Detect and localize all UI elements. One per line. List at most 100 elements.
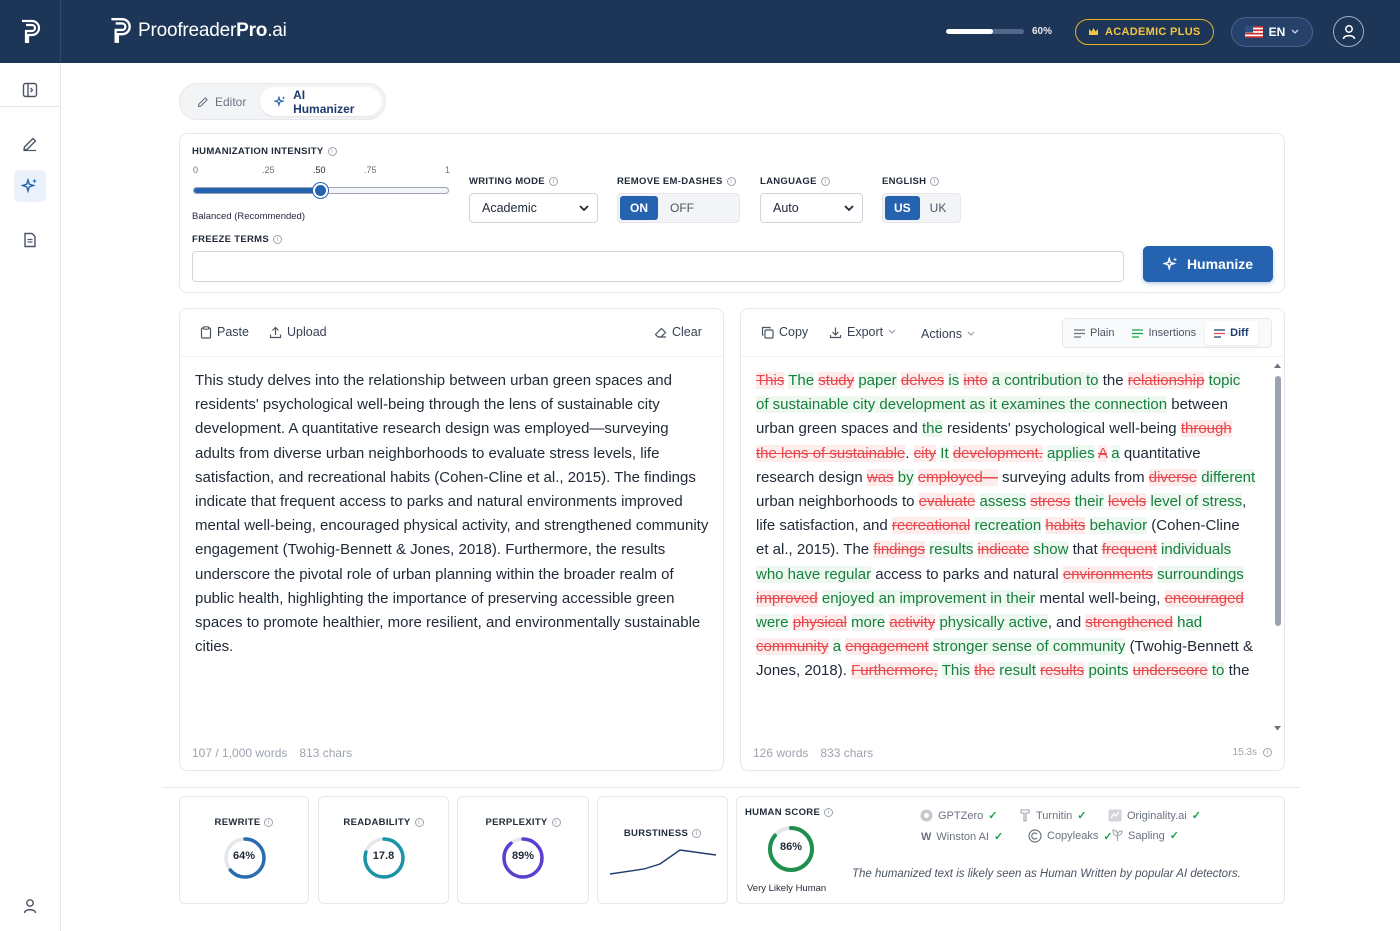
plan-badge[interactable]: ACADEMIC PLUS xyxy=(1075,19,1214,45)
collapse-sidebar-button[interactable] xyxy=(14,74,46,106)
actions-label: Actions xyxy=(921,327,962,341)
diff-deletion: indicate xyxy=(977,541,1030,559)
em-dashes-label: REMOVE EM-DASHES i xyxy=(617,176,736,187)
tick-label: 0 xyxy=(193,165,199,175)
export-label: Export xyxy=(847,325,884,339)
language-select[interactable]: Auto xyxy=(760,193,863,223)
tab-editor[interactable]: Editor xyxy=(183,87,260,116)
diff-unchanged: . xyxy=(905,444,910,462)
crown-icon xyxy=(1089,28,1098,35)
intensity-caption: Balanced (Recommended) xyxy=(192,211,306,222)
writing-mode-label: WRITING MODE i xyxy=(469,176,558,187)
metric-rewrite: REWRITE i 64% xyxy=(179,796,309,904)
em-dashes-off[interactable]: OFF xyxy=(660,196,704,220)
burstiness-sparkline xyxy=(610,849,717,875)
chevron-down-icon xyxy=(844,204,854,211)
chevron-down-icon xyxy=(579,204,589,211)
originality-logo-icon xyxy=(1108,809,1122,822)
output-scrollbar[interactable] xyxy=(1272,361,1282,735)
paste-button[interactable]: Paste xyxy=(200,325,249,339)
output-toolbar: Copy Export Actions Plain Insertions Dif… xyxy=(741,309,1284,357)
diff-insertion: assess xyxy=(979,493,1027,511)
gptzero-logo-icon xyxy=(920,809,933,822)
english-uk[interactable]: UK xyxy=(922,196,955,220)
info-icon[interactable]: i xyxy=(930,177,940,186)
us-flag-icon xyxy=(1244,26,1263,38)
lines-icon xyxy=(1132,328,1144,338)
eraser-icon xyxy=(654,327,667,338)
diff-insertion: points xyxy=(1088,662,1129,680)
diff-insertion: a xyxy=(832,638,842,656)
usage-progress-label: 60% xyxy=(1032,26,1053,37)
output-diff-text[interactable]: This The study paper delves is into a co… xyxy=(756,369,1256,735)
view-plain[interactable]: Plain xyxy=(1065,321,1123,345)
em-dashes-on[interactable]: ON xyxy=(620,196,658,220)
info-icon[interactable]: i xyxy=(551,818,561,827)
writing-mode-select[interactable]: Academic xyxy=(469,193,598,223)
actions-menu[interactable]: Actions xyxy=(921,327,975,341)
tick-label: .75 xyxy=(364,165,377,175)
export-button[interactable]: Export xyxy=(829,325,896,339)
info-icon[interactable]: i xyxy=(820,177,830,186)
account-button[interactable] xyxy=(1333,16,1364,47)
diff-insertion: stronger sense of community xyxy=(932,638,1126,656)
view-insertions[interactable]: Insertions xyxy=(1123,321,1205,345)
brand-logo-icon xyxy=(111,17,131,43)
sidebar-profile-button[interactable] xyxy=(14,890,46,922)
diff-deletion: diverse xyxy=(1148,468,1198,486)
view-diff[interactable]: Diff xyxy=(1205,321,1258,345)
metric-burstiness: BURSTINESS i xyxy=(597,796,728,904)
language-switcher[interactable]: EN xyxy=(1231,17,1313,47)
humanizer-settings: HUMANIZATION INTENSITY i 0 .25 .50 .75 1 … xyxy=(179,133,1285,293)
check-icon: ✓ xyxy=(993,831,1004,843)
humanize-button[interactable]: Humanize xyxy=(1143,246,1273,282)
diff-deletion: levels xyxy=(1107,493,1147,511)
view-insertions-label: Insertions xyxy=(1148,327,1197,339)
info-icon[interactable]: i xyxy=(272,235,282,244)
english-us[interactable]: US xyxy=(885,196,920,220)
diff-deletion: This xyxy=(756,372,785,389)
intensity-slider[interactable] xyxy=(193,183,449,198)
intensity-slider-thumb[interactable] xyxy=(313,183,328,198)
diff-deletion: delves xyxy=(900,372,945,389)
input-footer: 107 / 1,000 words 813 chars xyxy=(192,746,352,760)
info-icon[interactable]: i xyxy=(726,177,736,186)
info-icon[interactable]: i xyxy=(692,829,702,838)
tab-ai-humanizer[interactable]: AI Humanizer xyxy=(260,87,382,116)
clear-button[interactable]: Clear xyxy=(654,325,702,339)
metric-rewrite-label: REWRITE i xyxy=(180,817,308,828)
sidebar-item-editor[interactable] xyxy=(14,128,46,160)
diff-deletion: the xyxy=(974,662,996,680)
input-text-area[interactable]: This study delves into the relationship … xyxy=(195,369,710,659)
sparkles-icon xyxy=(1162,256,1178,271)
info-icon[interactable]: i xyxy=(264,818,274,827)
freeze-terms-input[interactable] xyxy=(192,251,1124,282)
turnitin-logo-icon xyxy=(1020,809,1030,822)
info-icon[interactable]: i xyxy=(1263,748,1272,757)
tick-label: .25 xyxy=(262,165,275,175)
check-icon: ✓ xyxy=(1191,810,1201,822)
download-icon xyxy=(829,327,842,338)
app-logo-icon xyxy=(22,19,41,43)
sparkles-icon xyxy=(21,177,37,194)
copy-button[interactable]: Copy xyxy=(761,325,808,339)
view-mode-switcher: Plain Insertions Diff xyxy=(1062,318,1272,348)
intensity-label: HUMANIZATION INTENSITY i xyxy=(192,146,337,157)
output-footer: 126 words 833 chars xyxy=(753,746,873,760)
app-logo-cell[interactable] xyxy=(0,0,61,63)
output-panel: Copy Export Actions Plain Insertions Dif… xyxy=(740,308,1285,771)
upload-button[interactable]: Upload xyxy=(269,325,327,339)
sapling-logo-icon xyxy=(1112,829,1123,841)
info-icon[interactable]: i xyxy=(327,147,337,156)
sidebar-item-documents[interactable] xyxy=(14,224,46,256)
diff-deletion: evaluate xyxy=(918,493,976,511)
info-icon[interactable]: i xyxy=(824,808,834,817)
info-icon[interactable]: i xyxy=(414,818,424,827)
human-score-value: 86% xyxy=(779,841,803,853)
scrollbar-thumb[interactable] xyxy=(1275,376,1281,626)
collapse-sidebar-icon xyxy=(22,82,38,98)
info-icon[interactable]: i xyxy=(548,177,558,186)
diff-deletion: community xyxy=(756,638,829,656)
sidebar-item-humanizer[interactable] xyxy=(14,170,46,202)
brand[interactable]: ProofreaderPro.ai xyxy=(108,17,287,45)
